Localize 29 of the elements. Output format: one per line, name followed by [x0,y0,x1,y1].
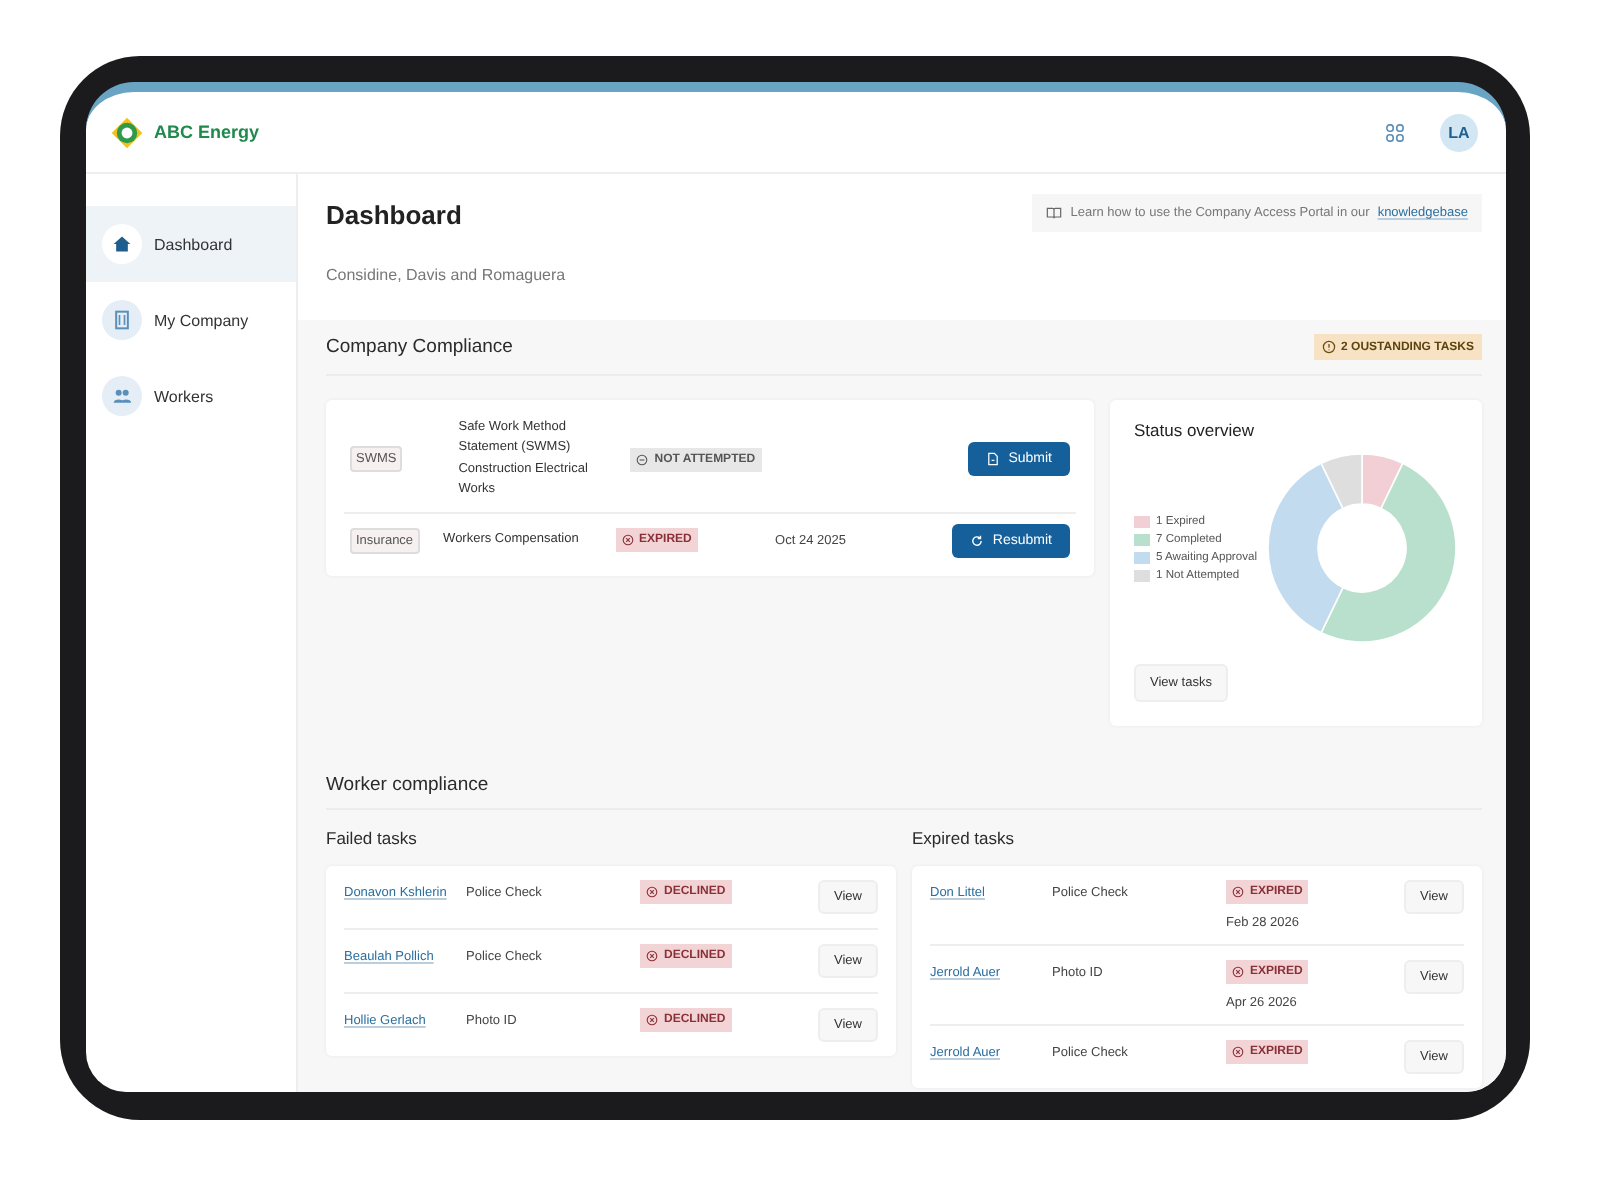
section-title: Worker compliance [326,774,1482,810]
apps-grid-icon[interactable] [1386,123,1404,141]
sidebar-item[interactable]: Workers [86,358,296,434]
section-title: Company Compliance [326,336,513,358]
people-icon [112,386,132,406]
list-title: Failed tasks [326,828,419,848]
page-title: Dashboard [326,200,464,230]
card-title: Status overview [1134,420,1256,440]
x-circle-icon [646,1014,658,1026]
document-icon [986,452,1001,467]
warning-icon [1321,340,1336,354]
logo-icon [110,115,144,149]
minus-circle-icon [636,453,649,466]
x-circle-icon [1232,886,1244,898]
user-avatar[interactable]: LA [1440,113,1478,151]
x-circle-icon [1232,966,1244,978]
x-circle-icon [646,950,658,962]
x-circle-icon [1232,1046,1244,1058]
x-circle-icon [646,886,658,898]
sidebar-item[interactable]: My Company [86,282,296,358]
company-name: Considine, Davis and Romaguera [326,266,566,284]
brand-name: ABC Energy [154,122,260,142]
refresh-icon [970,533,985,548]
sidebar-item[interactable]: Dashboard [86,206,296,282]
building-icon [112,310,132,330]
home-icon [112,234,132,254]
x-circle-icon [621,534,634,547]
list-title: Expired tasks [912,828,1017,848]
book-icon [1046,206,1063,220]
